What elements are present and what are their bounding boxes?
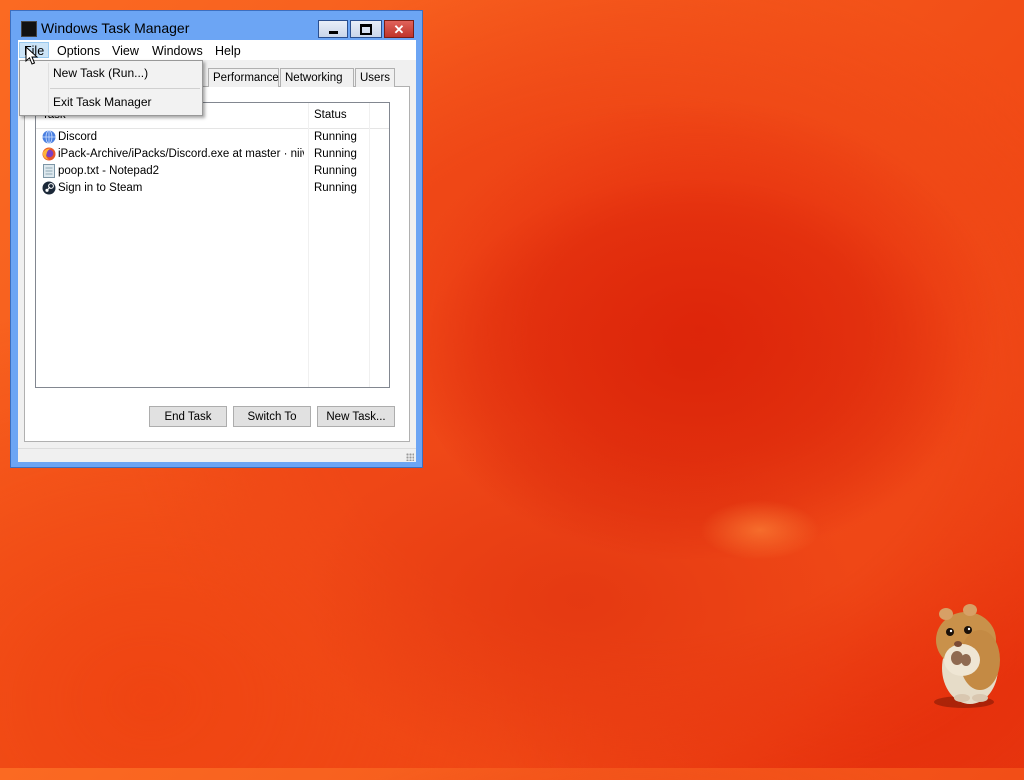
minimize-button[interactable] bbox=[318, 20, 348, 38]
menu-gutter bbox=[48, 63, 49, 113]
file-menu-dropdown: New Task (Run...) Exit Task Manager bbox=[19, 60, 203, 116]
task-status: Running bbox=[314, 165, 357, 177]
task-status: Running bbox=[314, 131, 357, 143]
task-row[interactable]: iPack-Archive/iPacks/Discord.exe at mast… bbox=[36, 146, 389, 163]
steam-icon bbox=[42, 181, 56, 195]
new-task-label: New Task... bbox=[326, 410, 386, 423]
task-list[interactable]: Task Status Discord Running bbox=[35, 102, 390, 388]
menu-item-new-task[interactable]: New Task (Run...) bbox=[53, 66, 148, 80]
menu-item-exit-task-manager[interactable]: Exit Task Manager bbox=[53, 95, 152, 109]
wallpaper-glow bbox=[700, 500, 820, 560]
minimize-icon bbox=[328, 30, 338, 34]
task-status: Running bbox=[314, 148, 357, 160]
menu-separator bbox=[50, 88, 200, 89]
menu-bar: File Options View Windows Help bbox=[18, 40, 416, 60]
tab-networking[interactable]: Networking bbox=[280, 68, 354, 87]
column-header-status[interactable]: Status bbox=[314, 109, 347, 121]
task-row[interactable]: poop.txt - Notepad2 Running bbox=[36, 163, 389, 180]
end-task-label: End Task bbox=[164, 410, 212, 423]
task-manager-app-icon bbox=[21, 21, 37, 37]
firefox-icon bbox=[42, 147, 56, 161]
task-name: iPack-Archive/iPacks/Discord.exe at mast… bbox=[58, 148, 304, 160]
tab-users[interactable]: Users bbox=[355, 68, 395, 87]
switch-to-label: Switch To bbox=[247, 410, 297, 423]
close-icon: ✕ bbox=[393, 21, 405, 37]
new-task-button[interactable]: New Task... bbox=[317, 406, 395, 427]
task-row[interactable]: Sign in to Steam Running bbox=[36, 180, 389, 197]
maximize-button[interactable] bbox=[350, 20, 382, 38]
task-name: Discord bbox=[58, 131, 97, 143]
task-name: Sign in to Steam bbox=[58, 182, 143, 194]
maximize-icon bbox=[360, 23, 372, 35]
menu-view[interactable]: View bbox=[108, 43, 143, 59]
resize-grip-icon[interactable] bbox=[406, 453, 414, 461]
close-button[interactable]: ✕ bbox=[384, 20, 414, 38]
task-name: poop.txt - Notepad2 bbox=[58, 165, 160, 177]
status-bar bbox=[18, 448, 416, 462]
notepad-icon bbox=[43, 164, 55, 178]
tab-performance[interactable]: Performance bbox=[208, 68, 279, 87]
hamster-desktop-pet[interactable] bbox=[924, 600, 1006, 710]
menu-options[interactable]: Options bbox=[53, 43, 104, 59]
menu-help[interactable]: Help bbox=[211, 43, 245, 59]
task-status: Running bbox=[314, 182, 357, 194]
end-task-button[interactable]: End Task bbox=[149, 406, 227, 427]
mouse-cursor-icon bbox=[25, 46, 39, 65]
window-title: Windows Task Manager bbox=[41, 20, 190, 36]
title-bar[interactable]: Windows Task Manager ✕ bbox=[11, 11, 422, 41]
task-row[interactable]: Discord Running bbox=[36, 129, 389, 146]
menu-windows[interactable]: Windows bbox=[148, 43, 207, 59]
wallpaper-swirl bbox=[300, 420, 860, 780]
globe-icon bbox=[42, 130, 56, 144]
switch-to-button[interactable]: Switch To bbox=[233, 406, 311, 427]
